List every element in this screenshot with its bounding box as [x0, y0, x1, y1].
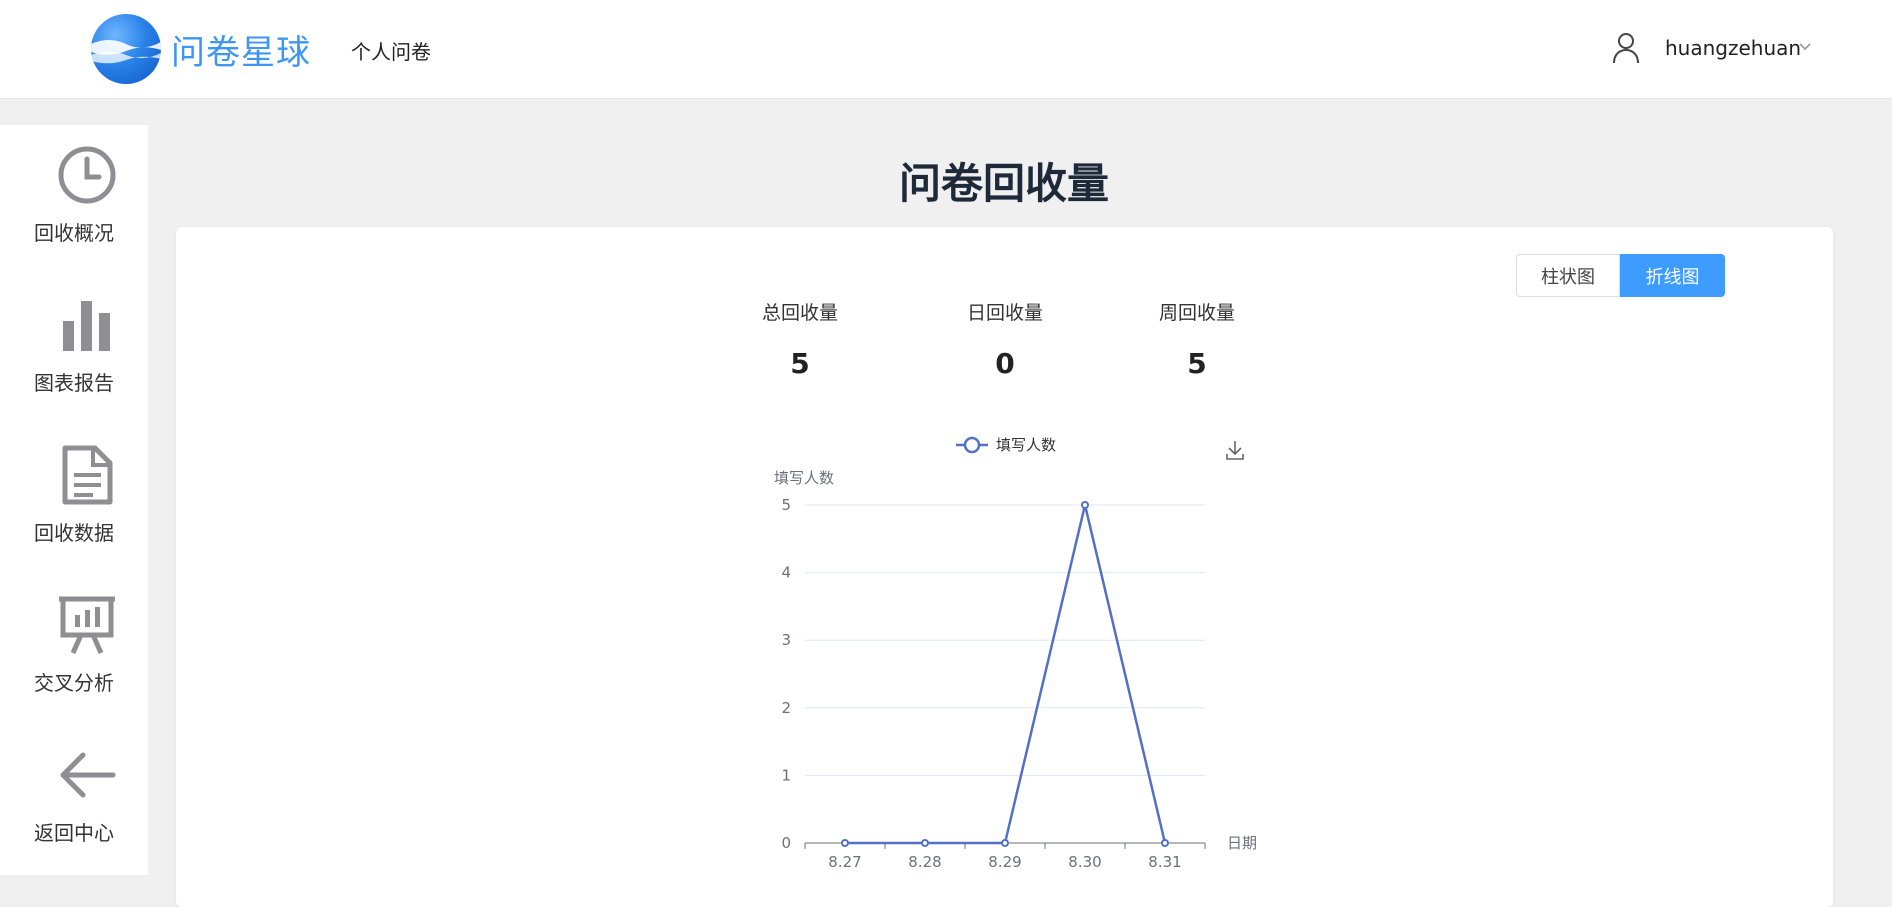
y-axis-label: 填写人数	[774, 469, 834, 487]
user-icon[interactable]	[1612, 32, 1640, 64]
sidebar-item-response-data[interactable]: 回收数据	[0, 425, 148, 575]
legend-symbol-marker	[963, 436, 981, 454]
data-point[interactable]	[841, 839, 849, 847]
sidebar-item-overview[interactable]: 回收概况	[0, 125, 148, 275]
x-tick-label: 8.31	[1148, 853, 1181, 871]
top-header: 问卷星球 个人问卷 huangzehuan	[0, 0, 1892, 99]
stat-daily: 日回收量 0	[935, 298, 1075, 380]
data-point[interactable]	[1001, 839, 1009, 847]
y-tick-label: 2	[781, 699, 791, 717]
chart-type-toggle: 柱状图 折线图	[1516, 254, 1725, 297]
sidebar-item-label: 交叉分析	[34, 671, 114, 695]
x-tick-label: 8.30	[1068, 853, 1101, 871]
bar-chart-icon	[63, 301, 110, 351]
line-chart: 0 1 2 3 4 5 8.27 8.28 8.29 8.30 8.31 填写人数日期 填写人数	[774, 436, 1257, 871]
x-tick-label: 8.27	[828, 853, 861, 871]
y-tick-label: 0	[781, 834, 791, 852]
sidebar-item-chart-report[interactable]: 图表报告	[0, 275, 148, 425]
x-axis-label: 日期	[1227, 834, 1257, 852]
sidebar-item-cross-analysis[interactable]: 交叉分析	[0, 575, 148, 725]
data-point[interactable]	[1161, 839, 1169, 847]
planet-logo-icon[interactable]	[91, 14, 161, 84]
legend-label[interactable]: 填写人数	[996, 436, 1056, 454]
line-chart-button[interactable]: 折线图	[1620, 254, 1725, 297]
stat-total: 总回收量 5	[730, 298, 870, 380]
x-tick-label: 8.28	[908, 853, 941, 871]
stat-value: 0	[995, 347, 1015, 380]
sidebar-item-label: 返回中心	[34, 821, 114, 845]
stat-weekly: 周回收量 5	[1127, 298, 1267, 380]
data-point[interactable]	[921, 839, 929, 847]
presentation-board-icon	[59, 596, 115, 655]
document-icon	[62, 445, 113, 505]
arrow-left-icon	[60, 752, 116, 798]
brand-name[interactable]: 问卷星球	[171, 25, 311, 74]
chevron-down-icon[interactable]	[1798, 42, 1812, 52]
sidebar-item-back-center[interactable]: 返回中心	[0, 725, 148, 875]
x-tick-label: 8.29	[988, 853, 1021, 871]
download-icon[interactable]	[1226, 441, 1244, 460]
y-tick-label: 1	[781, 766, 791, 784]
stat-value: 5	[1187, 347, 1207, 380]
stat-label: 总回收量	[761, 302, 838, 324]
sidebar: 回收概况 图表报告 回收数据 交叉分析 返回中心	[0, 125, 148, 875]
stat-label: 日回收量	[966, 302, 1043, 324]
bar-chart-button[interactable]: 柱状图	[1516, 254, 1620, 297]
sidebar-item-label: 回收数据	[34, 521, 114, 545]
username[interactable]: huangzehuan	[1665, 36, 1801, 60]
sidebar-item-label: 图表报告	[34, 371, 114, 395]
stat-value: 5	[790, 347, 810, 380]
sidebar-item-label: 回收概况	[34, 221, 114, 245]
nav-personal-surveys[interactable]: 个人问卷	[351, 36, 431, 65]
clock-icon	[58, 146, 116, 204]
data-point[interactable]	[1081, 501, 1089, 509]
y-tick-label: 3	[781, 631, 791, 649]
y-tick-label: 5	[781, 496, 791, 514]
page-title: 问卷回收量	[898, 159, 1109, 208]
stat-label: 周回收量	[1158, 302, 1235, 324]
series-line	[845, 503, 1167, 845]
y-tick-label: 4	[781, 564, 791, 582]
